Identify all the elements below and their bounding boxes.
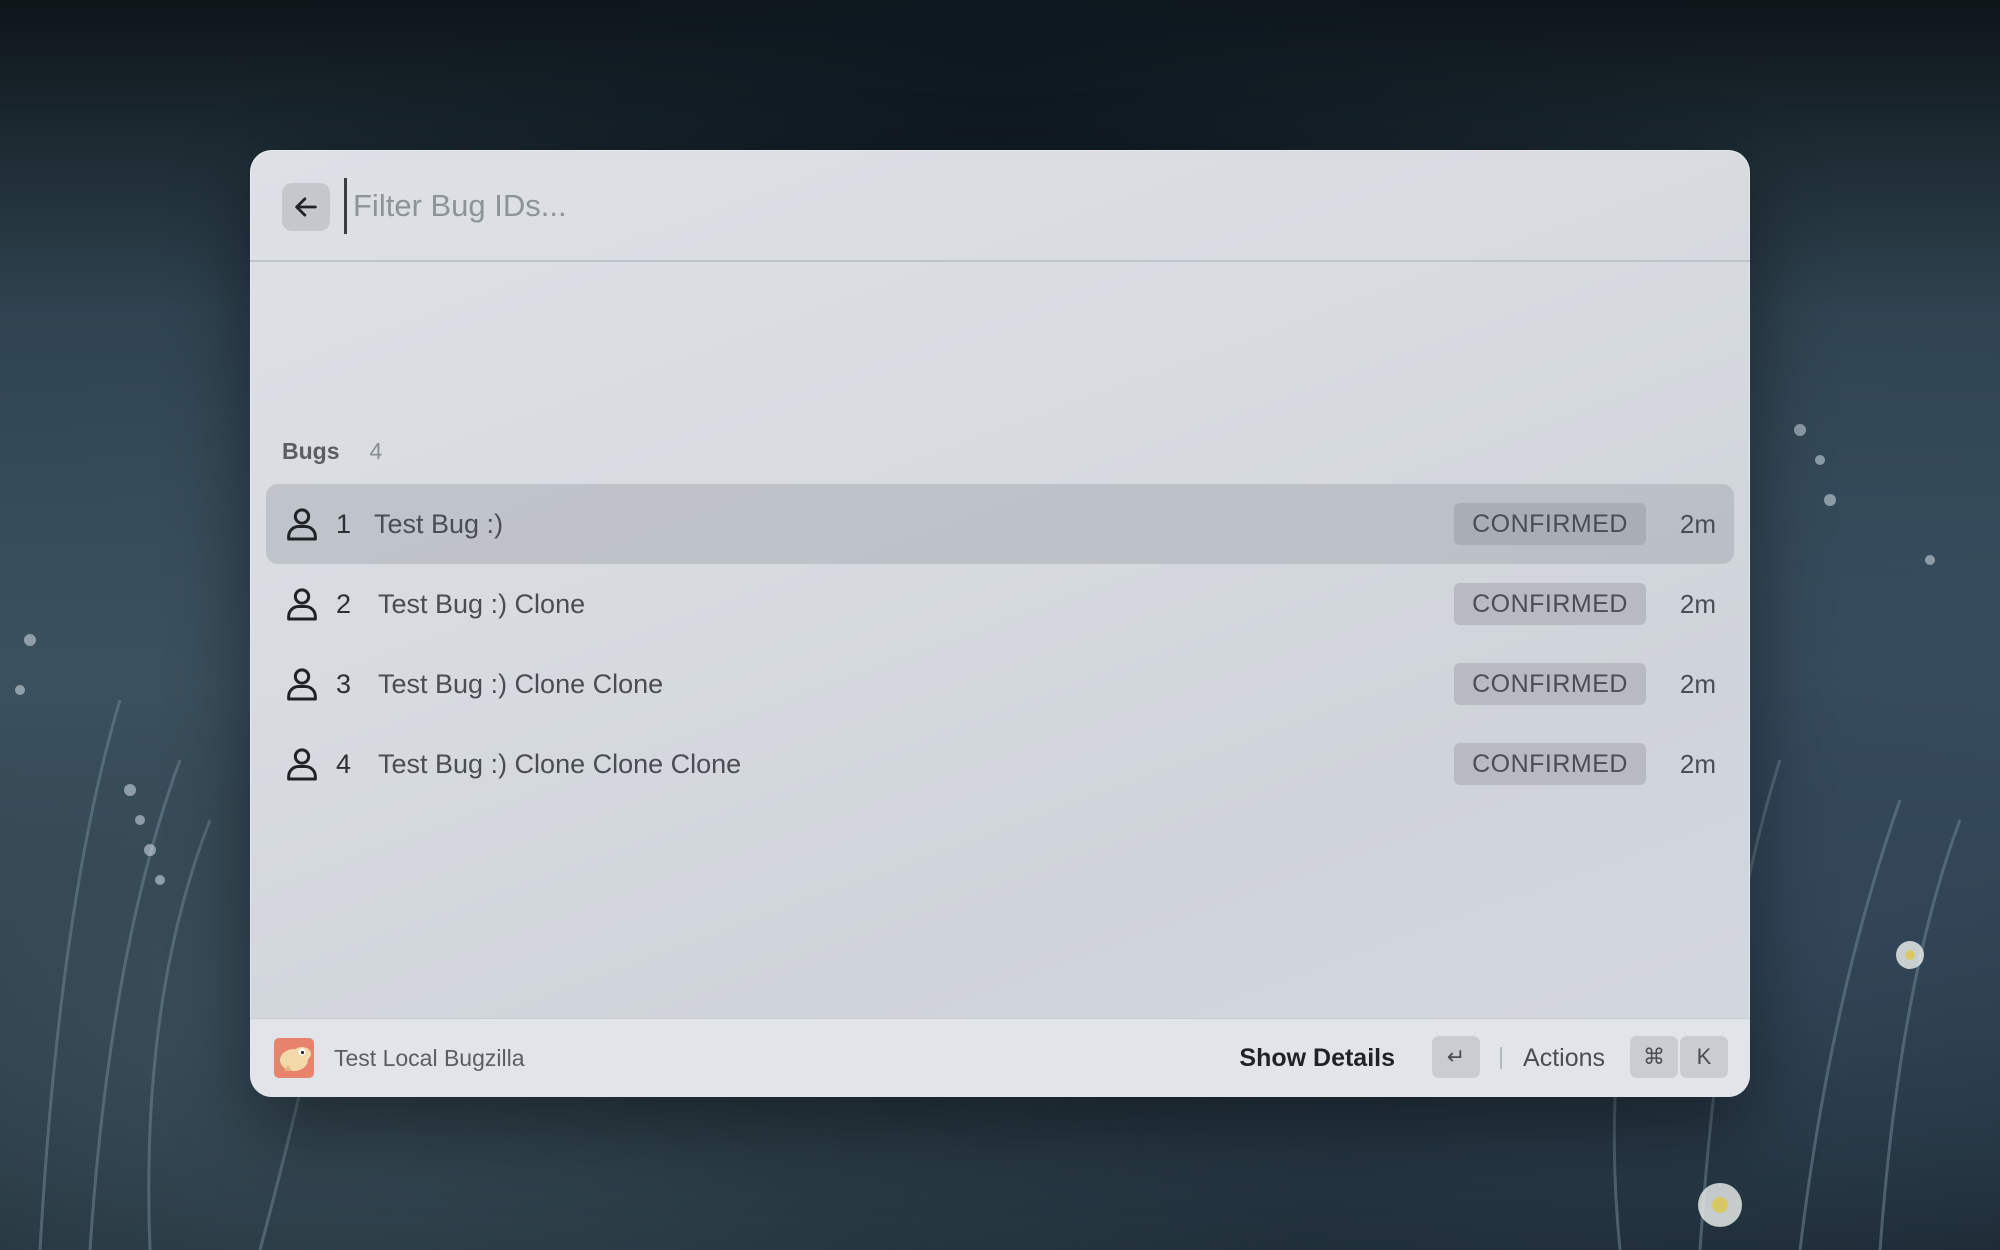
- bug-id: 4: [336, 748, 352, 779]
- bug-title: Test Bug :): [374, 508, 504, 539]
- section-title: Bugs: [282, 438, 340, 464]
- app-name: Test Local Bugzilla: [334, 1045, 525, 1071]
- search-input[interactable]: [344, 178, 1644, 234]
- bug-list-window: Bugs 4 1 Test Bug :) CONFIRMED 2m 2 Test …: [250, 150, 1750, 1097]
- footer-bar: Test Local Bugzilla Show Details ↵ Actio…: [250, 1018, 1750, 1097]
- bug-row[interactable]: 4 Test Bug :) Clone Clone Clone CONFIRME…: [266, 724, 1734, 804]
- status-badge: CONFIRMED: [1454, 503, 1646, 545]
- k-key-icon: K: [1680, 1036, 1728, 1078]
- bug-id: 2: [336, 588, 352, 619]
- status-badge: CONFIRMED: [1454, 743, 1646, 785]
- status-badge: CONFIRMED: [1454, 663, 1646, 705]
- bug-age: 2m: [1679, 588, 1716, 619]
- bug-title: Test Bug :) Clone Clone Clone: [378, 748, 742, 779]
- footer-divider: [1500, 1047, 1502, 1069]
- section-count: 4: [369, 438, 383, 464]
- show-details-button[interactable]: Show Details: [1239, 1044, 1395, 1073]
- back-button[interactable]: [282, 183, 330, 231]
- bug-age: 2m: [1679, 748, 1716, 779]
- command-key-icon: ⌘: [1630, 1036, 1678, 1078]
- arrow-left-icon: [295, 197, 317, 217]
- bug-title: Test Bug :) Clone: [378, 588, 586, 619]
- bug-id: 1: [336, 508, 352, 539]
- bug-row[interactable]: 1 Test Bug :) CONFIRMED 2m: [266, 484, 1734, 564]
- person-icon: [287, 588, 317, 621]
- bug-title: Test Bug :) Clone Clone: [378, 668, 664, 699]
- bug-age: 2m: [1679, 668, 1716, 699]
- search-bar: [250, 150, 1750, 262]
- status-badge: CONFIRMED: [1454, 583, 1646, 625]
- person-icon: [287, 668, 317, 701]
- actions-button[interactable]: Actions: [1523, 1044, 1605, 1073]
- enter-key-icon: ↵: [1432, 1036, 1480, 1078]
- bug-id: 3: [336, 668, 352, 699]
- bug-row[interactable]: 3 Test Bug :) Clone Clone CONFIRMED 2m: [266, 644, 1734, 724]
- bug-row[interactable]: 2 Test Bug :) Clone CONFIRMED 2m: [266, 564, 1734, 644]
- person-icon: [287, 508, 317, 541]
- bugzilla-logo-icon: [274, 1038, 314, 1078]
- person-icon: [287, 748, 317, 781]
- bug-list: 1 Test Bug :) CONFIRMED 2m 2 Test Bug :)…: [266, 484, 1734, 804]
- bug-age: 2m: [1679, 508, 1716, 539]
- section-header: Bugs 4: [282, 438, 382, 465]
